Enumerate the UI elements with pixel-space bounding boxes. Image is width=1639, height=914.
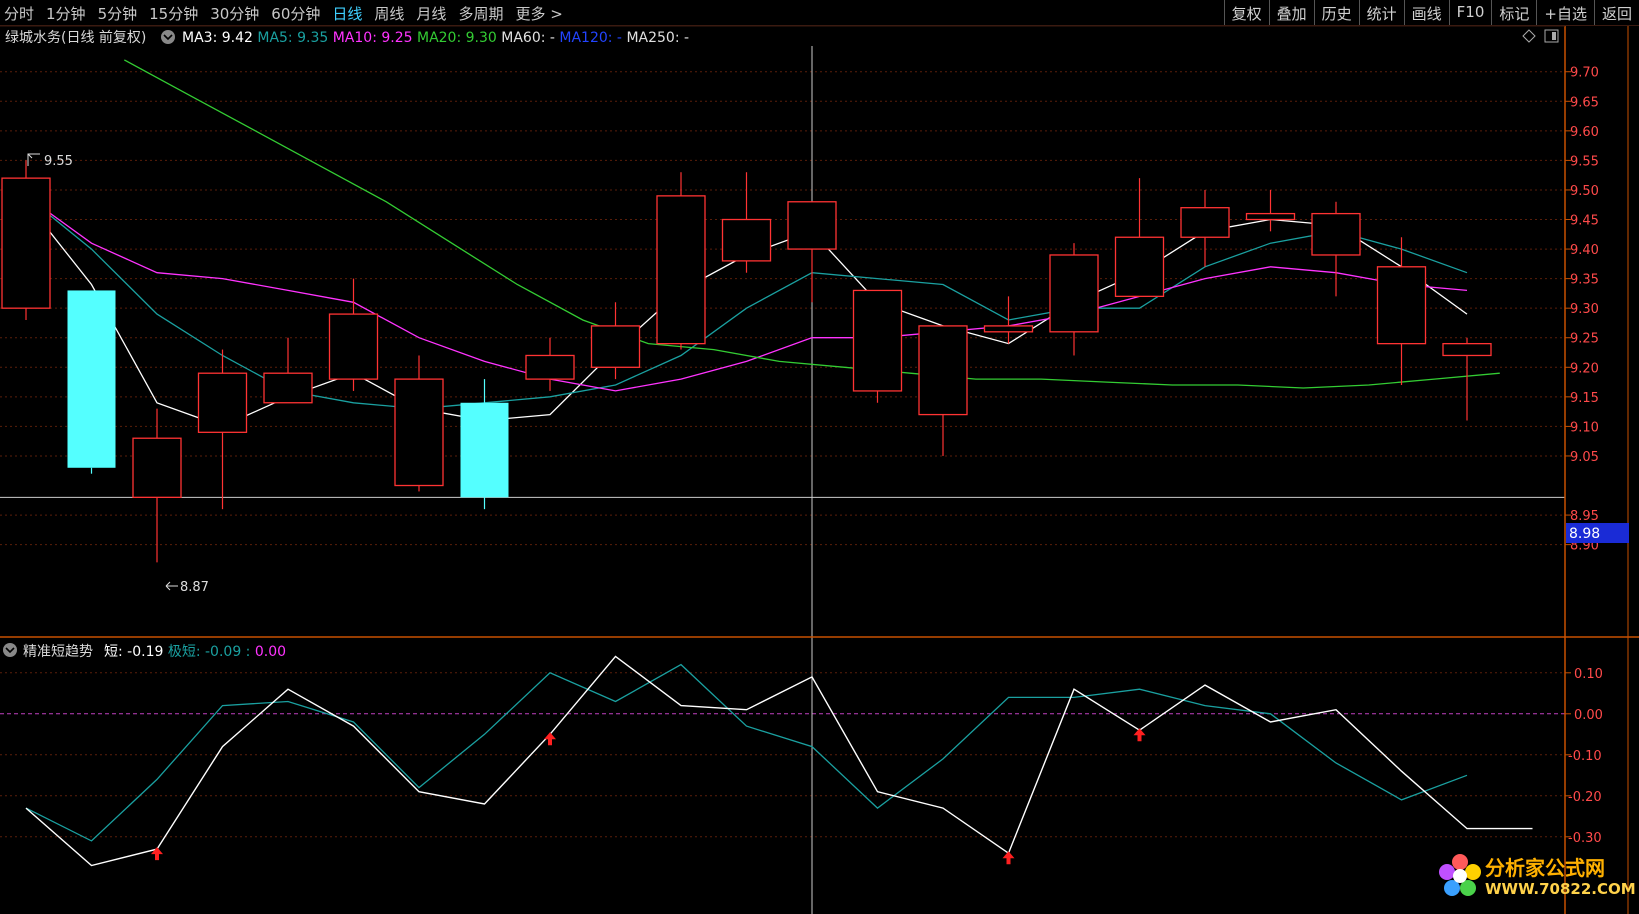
tool-button-3[interactable]: 统计 <box>1358 0 1404 25</box>
price-tick-label: 9.60 <box>1570 125 1599 140</box>
tool-button-2[interactable]: 历史 <box>1313 0 1359 25</box>
period-tab-6[interactable]: 日线 <box>332 3 362 24</box>
crosshair-price: 8.98 <box>1569 526 1600 542</box>
candle <box>852 289 903 403</box>
ma-legend: MA3: 9.42 MA5: 9.35 MA10: 9.25 MA20: 9.3… <box>182 30 689 46</box>
kline-chart[interactable]: 9.70 9.65 9.60 9.55 9.50 9.45 9.40 9.35 9.30 9.25… <box>0 26 1639 914</box>
price-tick-label: 9.10 <box>1570 420 1599 435</box>
candle <box>67 290 116 474</box>
period-toolbar: 分时 1分钟 5分钟 15分钟 30分钟 60分钟 日线 周线 月线 多周期 更多 > 复权 叠加 历史… <box>0 0 1639 26</box>
price-tick-label: 9.25 <box>1570 332 1599 347</box>
price-tick-label: 9.15 <box>1570 391 1599 406</box>
ma-legend-item: MA10: 9.25 <box>333 30 417 46</box>
tool-button-4[interactable]: 画线 <box>1403 0 1449 25</box>
period-tab-10[interactable]: 更多 > <box>515 3 562 24</box>
tool-button-8[interactable]: 返回 <box>1593 0 1639 25</box>
tool-button-7[interactable]: +自选 <box>1536 0 1594 25</box>
candle <box>1 160 51 320</box>
price-tick-label: 9.45 <box>1570 214 1599 229</box>
collapse-icon[interactable] <box>161 30 175 44</box>
period-tabs: 分时 1分钟 5分钟 15分钟 30分钟 60分钟 日线 周线 月线 多周期 更多 > <box>4 3 575 24</box>
extra-value: 0.00 <box>255 644 286 660</box>
high-price-label: 9.55 <box>44 154 73 169</box>
indicator-tick-label: -0.10 <box>1568 749 1602 764</box>
tool-button-0[interactable]: 复权 <box>1223 0 1269 25</box>
indicator-legend: 短: -0.19 极短: -0.09 : 0.00 <box>104 644 286 660</box>
period-tab-5[interactable]: 60分钟 <box>271 3 320 24</box>
short-value: 短: -0.19 <box>104 644 168 660</box>
watermark-title: 分析家公式网 <box>1485 856 1605 880</box>
sub-collapse-icon[interactable] <box>3 643 17 657</box>
price-tick-label: 8.95 <box>1570 509 1599 524</box>
indicator-tick-label: -0.30 <box>1568 831 1602 846</box>
watermark-url: WWW.70822.COM <box>1485 880 1636 898</box>
tool-button-5[interactable]: F10 <box>1448 0 1492 25</box>
flower-logo-icon <box>1439 854 1481 896</box>
price-tick-label: 9.35 <box>1570 273 1599 288</box>
ma-legend-item: MA250: - <box>626 30 689 46</box>
stock-name: 绿城水务(日线 前复权) <box>5 29 146 46</box>
price-tick-label: 9.70 <box>1570 66 1599 81</box>
indicator-name: 精准短趋势 <box>23 644 93 660</box>
low-price-label: 8.87 <box>180 580 209 595</box>
long-value: 极短: -0.09 : <box>168 644 255 660</box>
price-tick-label: 9.30 <box>1570 302 1599 317</box>
price-tick-label: 9.55 <box>1570 154 1599 169</box>
tool-buttons: 复权 叠加 历史 统计 画线 F10 标记 +自选 返回 <box>1223 0 1639 25</box>
ma-legend-item: MA20: 9.30 <box>417 30 501 46</box>
candle <box>656 172 706 350</box>
period-tab-2[interactable]: 5分钟 <box>98 3 138 24</box>
ma-legend-item: MA3: 9.42 <box>182 30 257 46</box>
indicator-tick-label: -0.20 <box>1568 790 1602 805</box>
ma-legend-item: MA60: - <box>501 30 559 46</box>
price-tick-label: 9.65 <box>1570 95 1599 110</box>
price-tick-label: 9.05 <box>1570 450 1599 465</box>
tool-button-1[interactable]: 叠加 <box>1268 0 1314 25</box>
price-tick-label: 9.20 <box>1570 361 1599 376</box>
period-tab-9[interactable]: 多周期 <box>458 3 503 24</box>
period-tab-7[interactable]: 周线 <box>374 3 404 24</box>
indicator-tick-label: 0.00 <box>1574 708 1603 723</box>
indicator-tick-label: 0.10 <box>1574 667 1603 682</box>
period-tab-8[interactable]: 月线 <box>416 3 446 24</box>
period-tab-4[interactable]: 30分钟 <box>210 3 259 24</box>
ma-legend-item: MA120: - <box>559 30 626 46</box>
tool-button-6[interactable]: 标记 <box>1491 0 1536 25</box>
period-tab-1[interactable]: 1分钟 <box>46 3 86 24</box>
ma-legend-item: MA5: 9.35 <box>257 30 332 46</box>
period-tab-3[interactable]: 15分钟 <box>149 3 198 24</box>
watermark: 分析家公式网 WWW.70822.COM <box>1433 848 1636 908</box>
price-tick-label: 9.40 <box>1570 243 1599 258</box>
price-tick-label: 9.50 <box>1570 184 1599 199</box>
period-tab-0[interactable]: 分时 <box>4 3 34 24</box>
